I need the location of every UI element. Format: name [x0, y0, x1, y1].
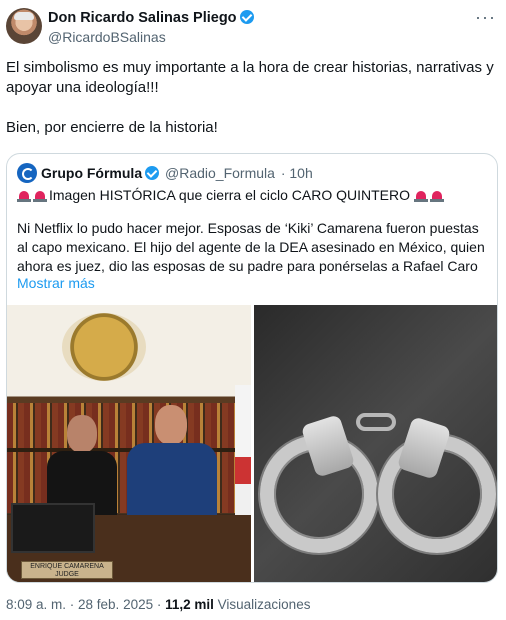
quote-author-name[interactable]: Grupo Fórmula	[41, 165, 142, 181]
courtroom-photo[interactable]: ENRIQUE CAMARENA JUDGE	[7, 305, 251, 582]
court-seal	[62, 313, 146, 381]
tweet-text: El simbolismo es muy importante a la hor…	[6, 58, 500, 138]
siren-icon	[429, 188, 444, 202]
quote-avatar[interactable]	[17, 163, 37, 183]
more-options-icon[interactable]: ···	[475, 7, 496, 28]
tweet-footer: 8:09 a. m. · 28 feb. 2025 · 11,2 mil Vis…	[6, 597, 310, 612]
views-count: 11,2 mil	[165, 597, 214, 612]
quote-headline-row: Imagen HISTÓRICA que cierra el ciclo CAR…	[17, 187, 446, 203]
quote-time[interactable]: · 10h	[281, 165, 313, 181]
author-avatar[interactable]	[6, 8, 42, 44]
views-label: Visualizaciones	[213, 597, 311, 612]
siren-icon	[17, 188, 31, 202]
quote-headline: Imagen HISTÓRICA que cierra el ciclo CAR…	[49, 187, 410, 203]
author-name-row[interactable]: Don Ricardo Salinas Pliego	[48, 10, 254, 26]
verified-badge-icon	[239, 10, 254, 24]
author-name[interactable]: Don Ricardo Salinas Pliego	[48, 10, 237, 26]
author-handle[interactable]: @RicardoBSalinas	[48, 29, 166, 45]
media-grid: ENRIQUE CAMARENA JUDGE	[7, 305, 497, 582]
quote-author-handle[interactable]: @Radio_Formula	[165, 165, 275, 181]
quote-header: Grupo Fórmula @Radio_Formula · 10h	[17, 163, 313, 183]
quoted-tweet[interactable]: Grupo Fórmula @Radio_Formula · 10h Image…	[6, 153, 498, 583]
plate-line-2: JUDGE	[55, 571, 79, 578]
siren-icon	[413, 188, 428, 202]
handcuff-chain	[356, 413, 396, 431]
verified-badge-icon	[145, 166, 160, 180]
name-plate: ENRIQUE CAMARENA JUDGE	[21, 561, 113, 579]
tweet-paragraph-1: El simbolismo es muy importante a la hor…	[6, 59, 494, 96]
tweet-paragraph-2: Bien, por encierre de la historia!	[6, 119, 218, 136]
tweet-header: Don Ricardo Salinas Pliego @RicardoBSali…	[0, 0, 506, 56]
monitor	[11, 503, 95, 553]
post-timestamp[interactable]: 8:09 a. m. · 28 feb. 2025 ·	[6, 597, 165, 612]
plate-line-1: ENRIQUE CAMARENA	[30, 563, 104, 570]
siren-icon	[33, 188, 47, 202]
handcuffs-photo[interactable]	[254, 305, 497, 582]
show-more-link[interactable]: Mostrar más	[17, 275, 95, 291]
quote-body: Ni Netflix lo pudo hacer mejor. Esposas …	[17, 220, 485, 274]
